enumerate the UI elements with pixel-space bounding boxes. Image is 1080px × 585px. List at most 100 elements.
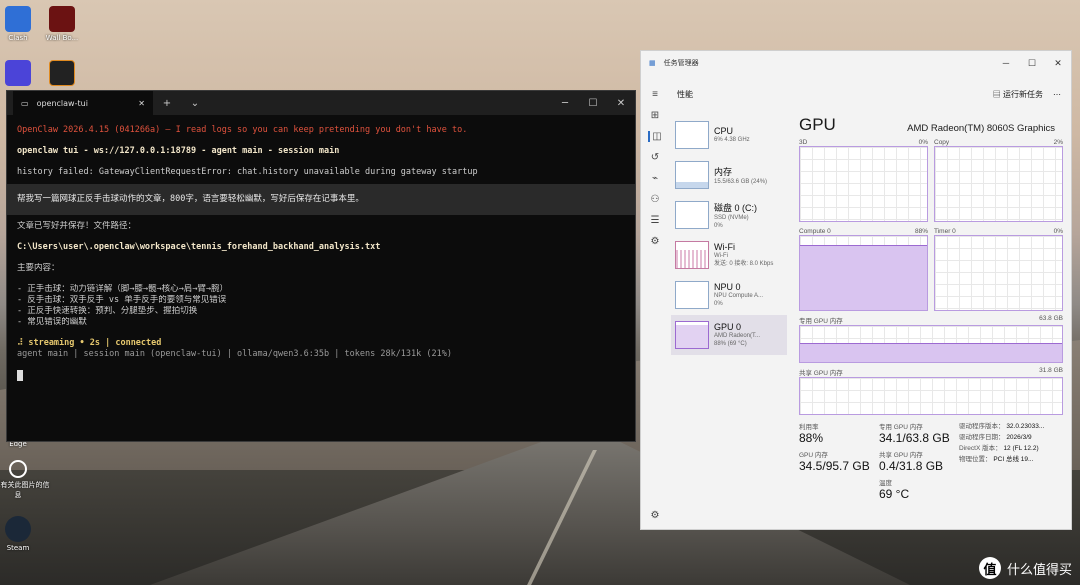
device-item-gpu[interactable]: GPU 0 AMD Radeon(T... 88% (69 °C) <box>671 315 787 355</box>
maximize-icon[interactable]: ☐ <box>1019 58 1045 69</box>
close-icon[interactable]: ✕ <box>1045 58 1071 69</box>
stat-value: 34.1/63.8 GB <box>879 431 950 445</box>
app-icon <box>5 60 31 86</box>
watermark-text: 什么值得买 <box>1006 562 1072 578</box>
minimize-icon[interactable]: ─ <box>993 58 1019 69</box>
maximize-icon[interactable]: ☐ <box>579 98 607 109</box>
startup-icon[interactable]: ⌁ <box>652 173 658 184</box>
gpu-thumb <box>675 321 709 349</box>
stat-label: 温度 <box>879 480 892 487</box>
graph-label: 3D <box>799 139 808 146</box>
tm-title: 任务管理器 <box>663 60 699 67</box>
memory-thumb <box>675 161 709 189</box>
graph-dedicated-mem: 专用 GPU 内存 63.8 GB <box>799 315 1063 363</box>
run-task-button[interactable]: ▤ 运行新任务 <box>993 89 1043 100</box>
device-item-npu[interactable]: NPU 0 NPU Compute A... 0% <box>671 275 787 315</box>
desktop-icon-game[interactable]: Wall Bo... <box>30 6 94 42</box>
info-label: DirectX 版本： <box>959 445 1002 452</box>
more-options-button[interactable]: ⋯ <box>1053 90 1061 99</box>
device-item-cpu[interactable]: CPU 6% 4.38 GHz <box>671 115 787 155</box>
wifi-thumb <box>675 241 709 269</box>
watermark: 值 什么值得买 <box>978 557 1072 579</box>
device-item-wifi[interactable]: Wi-Fi Wi-Fi 发送: 0 接收: 8.0 Kbps <box>671 235 787 275</box>
desktop-icon-steam[interactable]: Steam <box>0 516 50 552</box>
terminal-tab[interactable]: ▭ openclaw-tui ✕ <box>13 91 153 115</box>
desktop-icon-label: Clash <box>8 34 28 42</box>
section-title: 性能 <box>677 89 693 99</box>
desktop-icon-info[interactable]: 了解有关此图片的信息 <box>0 460 50 500</box>
device-item-disk[interactable]: 磁盘 0 (C:) SSD (NVMe) 0% <box>671 195 787 235</box>
saved-line: 文章已写好并保存！文件路径： <box>17 221 137 231</box>
desktop-icon-label: Wall Bo... <box>45 34 79 42</box>
cpu-thumb <box>675 121 709 149</box>
terminal-output[interactable]: OpenClaw 2026.4.15 (041266a) — I read lo… <box>7 115 635 391</box>
graph-value: 31.8 GB <box>1039 367 1063 374</box>
npu-thumb <box>675 281 709 309</box>
tab-dropdown-button[interactable]: ⌄ <box>181 98 209 109</box>
services-icon[interactable]: ⚙ <box>651 236 660 247</box>
graph-timer: Timer 0 0% <box>934 228 1063 311</box>
new-tab-button[interactable]: + <box>153 98 181 109</box>
info-value: 32.0.23033... <box>1006 423 1045 430</box>
input-cursor[interactable] <box>17 370 625 385</box>
streaming-status: ⠼ streaming • 2s | connected <box>17 338 162 348</box>
graph-copy: Copy 2% <box>934 139 1063 222</box>
performance-icon[interactable]: ◫ <box>648 131 662 142</box>
terminal-window[interactable]: ▭ openclaw-tui ✕ + ⌄ ─ ☐ ✕ OpenClaw 2026… <box>6 90 636 442</box>
device-sub: Wi-Fi <box>714 253 728 259</box>
graph-area <box>799 235 928 311</box>
device-sub: AMD Radeon(T... <box>714 333 761 339</box>
graph-area <box>799 325 1063 363</box>
graph-compute: Compute 0 88% <box>799 228 928 311</box>
stat-value: 34.5/95.7 GB <box>799 459 870 473</box>
graph-value: 0% <box>1053 228 1063 235</box>
task-manager-window[interactable]: ▦ 任务管理器 ─ ☐ ✕ ≡ ⊞ ◫ ↺ ⌁ ⚇ ☰ ⚙ ⚙ 性能 ▤ 运行新… <box>640 50 1072 530</box>
device-sub: 6% 4.38 GHz <box>714 137 750 143</box>
stat-value: 69 °C <box>879 487 910 501</box>
tm-nav: ≡ ⊞ ◫ ↺ ⌁ ⚇ ☰ ⚙ ⚙ <box>641 83 669 529</box>
device-name: GPU 0 <box>714 322 742 332</box>
stat-label: 专用 GPU 内存 <box>879 424 923 431</box>
device-sub: 发送: 0 接收: 8.0 Kbps <box>714 261 774 267</box>
info-label: 物理位置： <box>959 456 992 463</box>
close-tab-icon[interactable]: ✕ <box>138 99 145 108</box>
device-item-memory[interactable]: 内存 15.5/63.6 GB (24%) <box>671 155 787 195</box>
desktop-icon-label: 了解有关此图片的信息 <box>0 481 50 499</box>
task-manager-icon: ▦ <box>649 60 656 67</box>
device-name: NPU 0 <box>714 282 741 292</box>
path-line: C:\Users\user\.openclaw\workspace\tennis… <box>17 242 381 252</box>
gpu-stats: 利用率 88% 专用 GPU 内存 34.1/63.8 GB 驱动程序版本： 32.… <box>799 421 1063 501</box>
stat-value: 88% <box>799 431 824 445</box>
summary-title: 主要内容： <box>17 263 60 273</box>
desktop-icon-label: Steam <box>6 544 30 552</box>
details-icon[interactable]: ☰ <box>651 215 660 226</box>
settings-icon[interactable]: ⚙ <box>651 510 660 521</box>
graph-area <box>934 235 1063 311</box>
stat-label: 共享 GPU 内存 <box>879 452 923 459</box>
device-name: 内存 <box>714 166 733 177</box>
info-icon <box>9 460 27 478</box>
desktop-icon-app-2[interactable] <box>30 60 94 88</box>
device-sub: 0% <box>714 222 723 229</box>
graph-label: 共享 GPU 内存 <box>799 370 843 377</box>
terminal-icon: ▭ <box>21 98 29 108</box>
graph-value: 0% <box>918 139 928 146</box>
users-icon[interactable]: ⚇ <box>651 194 660 205</box>
history-icon[interactable]: ↺ <box>651 152 659 163</box>
graph-label: Copy <box>934 139 950 146</box>
graph-area <box>799 146 928 222</box>
disk-thumb <box>675 201 709 229</box>
bullet-line: - 常见错误的幽默 <box>17 317 87 327</box>
stat-label: GPU 内存 <box>799 452 828 459</box>
graph-3d: 3D 0% <box>799 139 928 222</box>
dedicated-fill <box>800 342 1062 362</box>
graph-value: 2% <box>1053 139 1063 146</box>
processes-icon[interactable]: ⊞ <box>651 110 659 121</box>
info-value: PCI 总线 19... <box>993 456 1034 463</box>
hamburger-icon[interactable]: ≡ <box>652 89 658 100</box>
gpu-panel: GPU AMD Radeon(TM) 8060S Graphics 3D 0% C… <box>799 115 1063 501</box>
close-icon[interactable]: ✕ <box>607 98 635 109</box>
minimize-icon[interactable]: ─ <box>551 98 579 109</box>
graph-area <box>799 377 1063 415</box>
game-icon <box>49 6 75 32</box>
